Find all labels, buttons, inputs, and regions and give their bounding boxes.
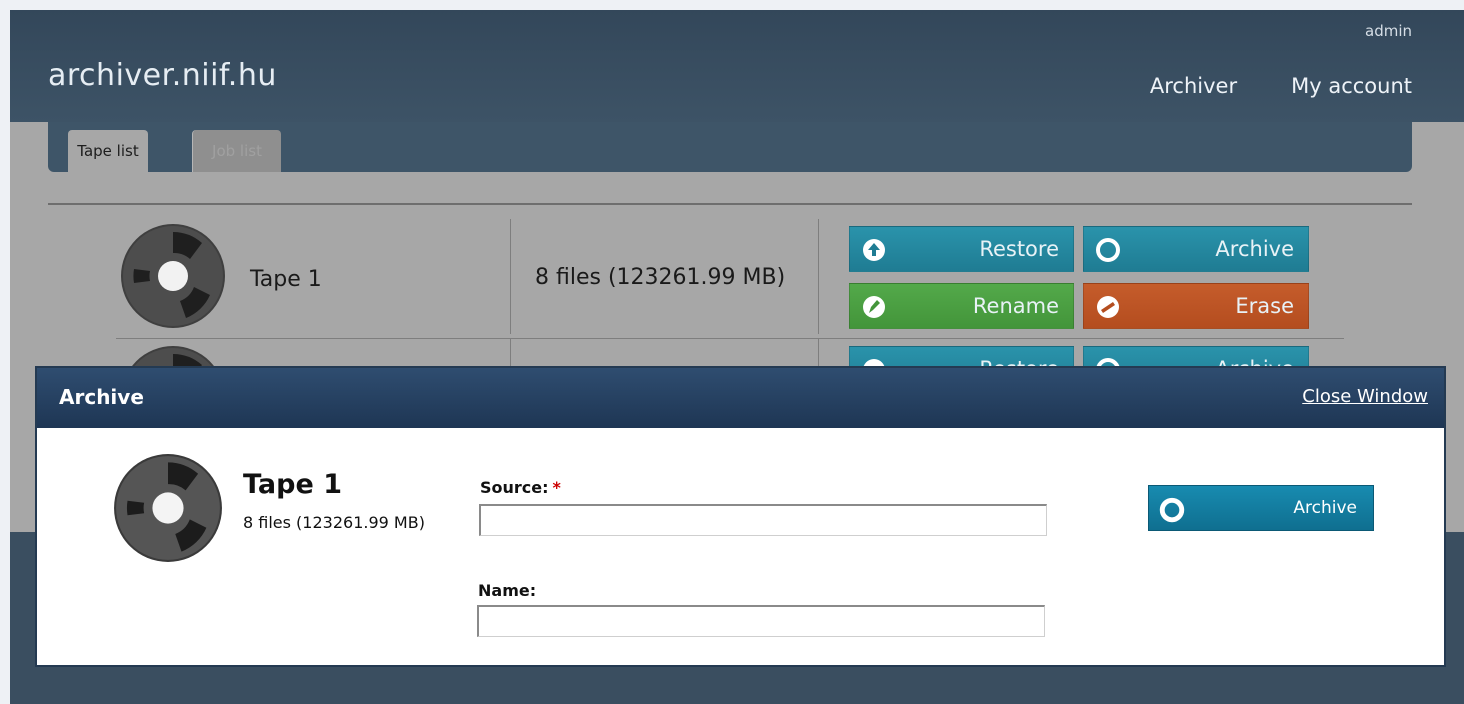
- restore-button[interactable]: Restore: [849, 226, 1074, 272]
- dialog-archive-label: Archive: [1293, 498, 1357, 518]
- tape-reel-icon: [121, 224, 225, 328]
- row-divider: [116, 338, 1344, 339]
- required-mark: *: [552, 478, 561, 497]
- tape-info: 8 files (123261.99 MB): [535, 265, 786, 290]
- source-label: Source: *: [480, 478, 561, 497]
- archive-button[interactable]: Archive: [1083, 226, 1309, 272]
- ring-icon: [1096, 238, 1120, 262]
- dialog-archive-button[interactable]: Archive: [1148, 485, 1374, 531]
- source-input[interactable]: [479, 504, 1047, 536]
- brand-title[interactable]: archiver.niif.hu: [48, 58, 277, 93]
- up-arrow-circle-icon: [863, 239, 885, 261]
- rename-button[interactable]: Rename: [849, 283, 1074, 329]
- dialog-title: Archive: [59, 385, 144, 409]
- dialog-tape-info: 8 files (123261.99 MB): [243, 513, 425, 532]
- header: archiver.niif.hu admin Archiver My accou…: [10, 10, 1464, 122]
- tape-reel-icon: [114, 454, 222, 562]
- user-name[interactable]: admin: [1365, 22, 1412, 40]
- source-label-text: Source:: [480, 478, 549, 497]
- tape-name: Tape 1: [250, 267, 322, 292]
- erase-button[interactable]: Erase: [1083, 283, 1309, 329]
- divider: [818, 219, 819, 334]
- tabs-bar: Tape list Job list: [48, 122, 1412, 172]
- divider: [510, 219, 511, 334]
- tab-job-list[interactable]: Job list: [192, 130, 281, 172]
- minus-circle-icon: [1097, 296, 1119, 318]
- rename-label: Rename: [972, 294, 1059, 318]
- name-input[interactable]: [477, 605, 1045, 637]
- main-nav: Archiver My account: [1150, 74, 1412, 98]
- tab-tape-list[interactable]: Tape list: [68, 130, 148, 172]
- erase-label: Erase: [1235, 294, 1294, 318]
- archive-dialog: Archive Close Window Tape 1 8 files (123…: [35, 366, 1446, 667]
- close-window-link[interactable]: Close Window: [1302, 386, 1428, 407]
- name-label: Name:: [478, 581, 537, 600]
- nav-my-account[interactable]: My account: [1291, 74, 1412, 98]
- nav-archiver[interactable]: Archiver: [1150, 74, 1237, 98]
- dialog-tape-name: Tape 1: [243, 469, 342, 500]
- restore-label: Restore: [979, 237, 1059, 261]
- pencil-icon: [863, 296, 885, 318]
- dialog-header: Archive Close Window: [37, 368, 1444, 428]
- ring-icon: [1159, 497, 1185, 523]
- archive-label: Archive: [1215, 237, 1294, 261]
